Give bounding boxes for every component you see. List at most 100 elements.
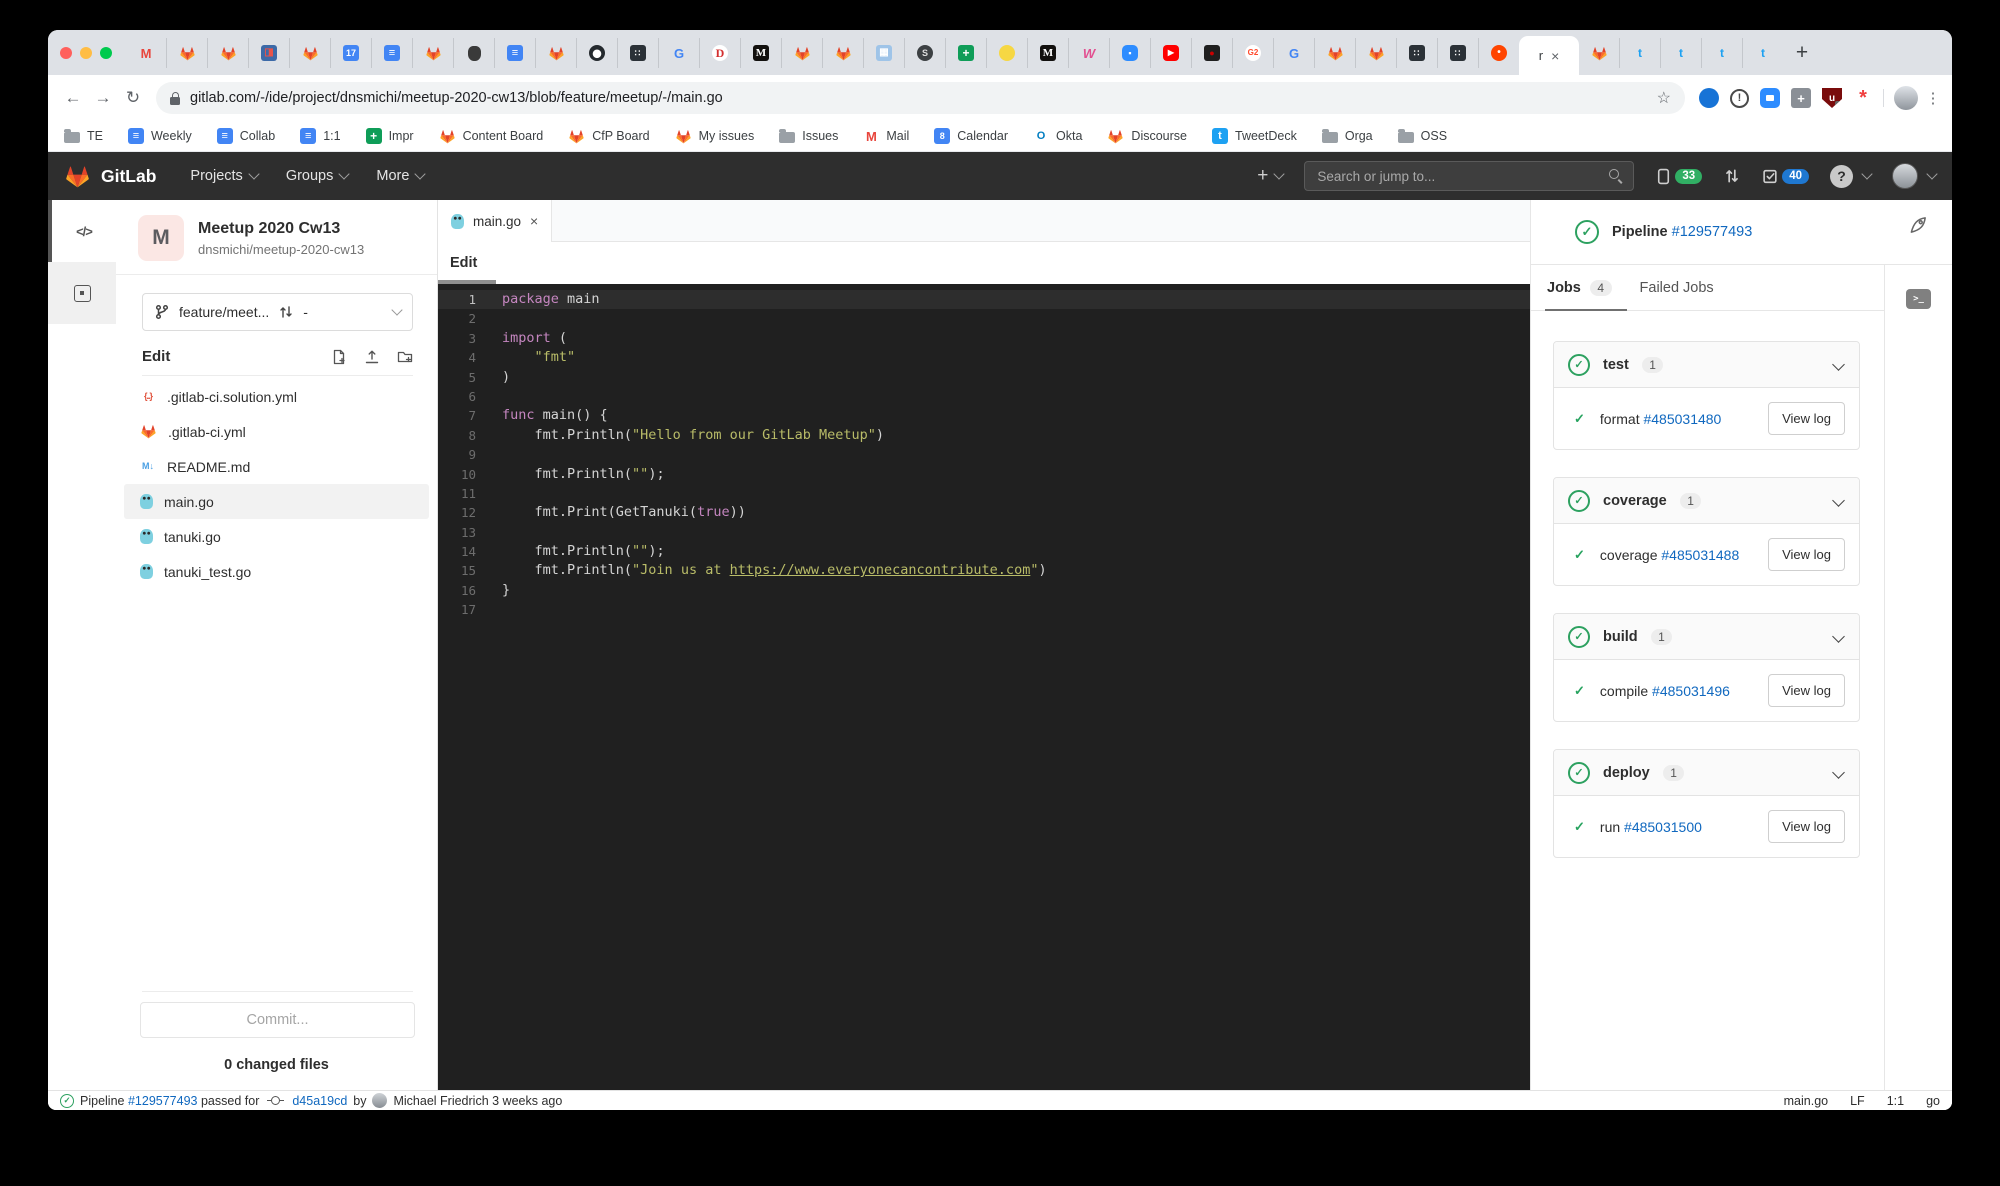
browser-tab[interactable]: ≡	[494, 38, 535, 68]
browser-tab[interactable]: G	[1273, 38, 1314, 68]
code-line[interactable]: 6	[438, 387, 1530, 406]
pipeline-id-link[interactable]: #129577493	[1672, 224, 1753, 240]
browser-tab[interactable]	[535, 38, 576, 68]
chevron-down-icon[interactable]	[1832, 764, 1845, 782]
help-menu[interactable]: ?	[1830, 164, 1873, 188]
browser-tab[interactable]	[576, 38, 617, 68]
code-line[interactable]: 13	[438, 523, 1530, 542]
tab-edit[interactable]: Edit	[450, 255, 477, 271]
browser-tab[interactable]: S	[904, 38, 945, 68]
view-log-button[interactable]: View log	[1768, 538, 1845, 571]
branch-selector[interactable]: feature/meet... -	[142, 293, 413, 331]
code-line[interactable]: 11	[438, 484, 1530, 503]
rail-review-view[interactable]	[48, 262, 116, 324]
browser-tab[interactable]: D	[699, 38, 740, 68]
code-line[interactable]: 4 "fmt"	[438, 348, 1530, 367]
chevron-down-icon[interactable]	[1832, 356, 1845, 374]
code-line[interactable]: 3 import (	[438, 329, 1530, 348]
browser-tab[interactable]: t	[1701, 38, 1742, 68]
commit-sha-link[interactable]: d45a19cd	[292, 1094, 347, 1108]
job-id-link[interactable]: #485031480	[1643, 411, 1721, 427]
gitlab-wordmark[interactable]: GitLab	[101, 166, 156, 187]
browser-tab[interactable]: ◨	[248, 38, 289, 68]
browser-tab[interactable]	[1579, 38, 1619, 68]
code-line[interactable]: 12 fmt.Print(GetTanuki(true))	[438, 503, 1530, 522]
code-line[interactable]: 2	[438, 309, 1530, 328]
pipelines-rocket-icon[interactable]	[1907, 214, 1929, 236]
tab-failed-jobs[interactable]: Failed Jobs	[1640, 280, 1714, 296]
code-line[interactable]: 15 fmt.Println("Join us at https://www.e…	[438, 561, 1530, 580]
stage-card-header[interactable]: ✓ build 1	[1554, 614, 1859, 660]
bookmark-item[interactable]: ≡ Weekly	[127, 128, 192, 144]
zoom-window-button[interactable]	[100, 47, 112, 59]
bookmark-item[interactable]: ≡ 1:1	[300, 128, 341, 144]
browser-tab[interactable]: M	[740, 38, 781, 68]
new-file-icon[interactable]	[331, 349, 347, 365]
onepassword-extension-icon[interactable]: !	[1730, 88, 1749, 108]
stage-card-header[interactable]: ✓ test 1	[1554, 342, 1859, 388]
browser-tab[interactable]	[289, 38, 330, 68]
browser-tab[interactable]: ▪	[1109, 38, 1150, 68]
file-row[interactable]: main.go	[124, 484, 429, 519]
view-log-button[interactable]: View log	[1768, 810, 1845, 843]
search-input[interactable]	[1315, 167, 1610, 185]
close-window-button[interactable]	[60, 47, 72, 59]
new-folder-icon[interactable]	[397, 349, 413, 365]
tab-jobs[interactable]: Jobs 4	[1547, 279, 1612, 296]
file-row[interactable]: tanuki_test.go	[124, 554, 429, 589]
pin-extension-icon[interactable]: +	[1791, 88, 1811, 108]
file-row[interactable]: {..} .gitlab-ci.solution.yml	[124, 379, 429, 414]
bookmark-item[interactable]: TE	[64, 129, 103, 143]
bookmark-item[interactable]: CfP Board	[568, 128, 650, 145]
back-button[interactable]: ←	[58, 83, 88, 113]
bookmark-item[interactable]: OSS	[1397, 129, 1447, 143]
issues-shortcut[interactable]: 33	[1655, 168, 1703, 185]
browser-tab[interactable]: ∷	[1437, 38, 1478, 68]
bookmark-item[interactable]: Issues	[779, 129, 838, 143]
minimize-window-button[interactable]	[80, 47, 92, 59]
terminal-icon[interactable]: >_	[1906, 289, 1931, 309]
close-icon[interactable]: ×	[530, 213, 538, 229]
forward-button[interactable]: →	[88, 83, 118, 113]
browser-tab[interactable]	[1314, 38, 1355, 68]
sourcegraph-extension-icon[interactable]: *	[1853, 87, 1873, 109]
browser-tab[interactable]: M	[126, 38, 166, 68]
menu-more[interactable]: More	[376, 168, 427, 184]
code-line[interactable]: 16}	[438, 581, 1530, 600]
bookmark-item[interactable]: Content Board	[439, 128, 543, 145]
todos-shortcut[interactable]: 40	[1762, 168, 1809, 185]
statusbar-cursor-position[interactable]: 1:1	[1887, 1094, 1904, 1108]
reload-button[interactable]: ↻	[118, 83, 148, 113]
bookmark-item[interactable]: M Mail	[863, 128, 909, 144]
gitlab-logo-icon[interactable]	[64, 163, 91, 190]
code-line[interactable]: 9	[438, 445, 1530, 464]
browser-tab[interactable]	[986, 38, 1027, 68]
commit-button[interactable]: Commit...	[140, 1002, 415, 1038]
code-line[interactable]: 7 func main() {	[438, 406, 1530, 425]
browser-tab[interactable]: ∷	[1396, 38, 1437, 68]
browser-tab[interactable]: M	[1027, 38, 1068, 68]
new-tab-button[interactable]: +	[1787, 38, 1817, 68]
chevron-down-icon[interactable]	[1832, 628, 1845, 646]
statusbar-eol[interactable]: LF	[1850, 1094, 1865, 1108]
job-id-link[interactable]: #485031500	[1624, 819, 1702, 835]
global-search[interactable]	[1304, 161, 1635, 191]
browser-tab[interactable]: W	[1068, 38, 1109, 68]
browser-tab[interactable]: +	[945, 38, 986, 68]
stage-card-header[interactable]: ✓ deploy 1	[1554, 750, 1859, 796]
browser-tab[interactable]	[1355, 38, 1396, 68]
job-id-link[interactable]: #485031496	[1652, 683, 1730, 699]
ublock-extension-icon[interactable]: u1	[1822, 88, 1842, 108]
bookmark-item[interactable]: 8 Calendar	[934, 128, 1008, 144]
file-row[interactable]: .gitlab-ci.yml	[124, 414, 429, 449]
bookmark-item[interactable]: Discourse	[1107, 128, 1187, 145]
menu-groups[interactable]: Groups	[286, 168, 351, 184]
browser-tab[interactable]: G2	[1232, 38, 1273, 68]
zoomext-extension-icon[interactable]	[1760, 88, 1780, 108]
browser-tab[interactable]	[781, 38, 822, 68]
code-line[interactable]: 14 fmt.Println("");	[438, 542, 1530, 561]
browser-tab[interactable]	[207, 38, 248, 68]
view-log-button[interactable]: View log	[1768, 402, 1845, 435]
browser-tab[interactable]: ▦	[863, 38, 904, 68]
upload-file-icon[interactable]	[364, 349, 380, 365]
